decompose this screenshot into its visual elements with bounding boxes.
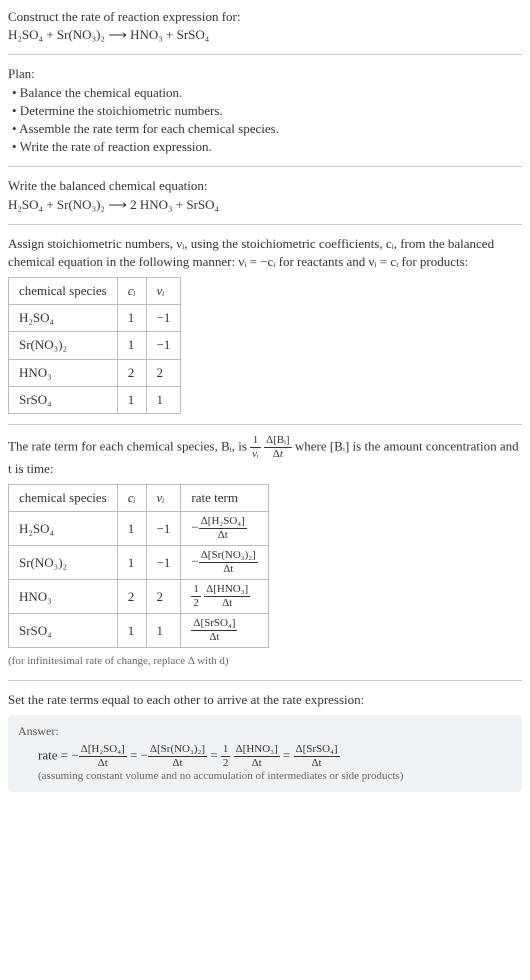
table-header-row: chemical species cᵢ νᵢ rate term bbox=[9, 485, 269, 512]
divider bbox=[8, 680, 522, 681]
plan-item: • Assemble the rate term for each chemic… bbox=[12, 120, 522, 138]
divider bbox=[8, 424, 522, 425]
answer-box: Answer: rate = −Δ[H₂SO₄]Δt = −Δ[Sr(NO₃)₂… bbox=[8, 715, 522, 792]
col-species: chemical species bbox=[9, 485, 118, 512]
plan-item: • Determine the stoichiometric numbers. bbox=[12, 102, 522, 120]
divider bbox=[8, 166, 522, 167]
rate-frac: Δ[SrSO₄]Δt bbox=[191, 618, 237, 643]
answer-note: (assuming constant volume and no accumul… bbox=[18, 769, 512, 784]
balanced-equation: H₂SO₄ + Sr(NO₃)₂ ⟶ 2 HNO₃ + SrSO₄ bbox=[8, 196, 522, 214]
cell: 1 bbox=[117, 512, 146, 546]
cell: −1 bbox=[146, 512, 181, 546]
cell: SrSO₄ bbox=[9, 386, 118, 413]
cell: 2 bbox=[117, 359, 146, 386]
half-frac: 12 bbox=[221, 744, 231, 769]
divider bbox=[8, 54, 522, 55]
table-row: H₂SO₄1−1 bbox=[9, 305, 181, 332]
stoich-table: chemical species cᵢ νᵢ H₂SO₄1−1 Sr(NO₃)₂… bbox=[8, 277, 181, 414]
answer-label: Answer: bbox=[18, 723, 512, 740]
cell: Δ[SrSO₄]Δt bbox=[181, 614, 268, 648]
unbalanced-equation: H₂SO₄ + Sr(NO₃)₂ ⟶ HNO₃ + SrSO₄ bbox=[8, 26, 522, 44]
plan-item: • Write the rate of reaction expression. bbox=[12, 138, 522, 156]
set-equal-text: Set the rate terms equal to each other t… bbox=[8, 691, 522, 709]
cell: −1 bbox=[146, 332, 181, 359]
cell: H₂SO₄ bbox=[9, 512, 118, 546]
rate-term-intro: The rate term for each chemical species,… bbox=[8, 435, 522, 478]
cell: HNO₃ bbox=[9, 580, 118, 614]
table-row: H₂SO₄ 1 −1 −Δ[H₂SO₄]Δt bbox=[9, 512, 269, 546]
answer-frac: Δ[SrSO₄]Δt bbox=[294, 744, 340, 769]
cell: 1 bbox=[117, 332, 146, 359]
cell: −Δ[Sr(NO₃)₂]Δt bbox=[181, 546, 268, 580]
cell: Sr(NO₃)₂ bbox=[9, 332, 118, 359]
cell: 1 bbox=[117, 546, 146, 580]
col-vi: νᵢ bbox=[146, 485, 181, 512]
frac-dBi-dt: Δ[Bᵢ]Δt bbox=[264, 435, 292, 460]
plan-item: • Balance the chemical equation. bbox=[12, 84, 522, 102]
cell: 1 bbox=[146, 386, 181, 413]
answer-frac: Δ[HNO₃]Δt bbox=[234, 744, 280, 769]
table-row: Sr(NO₃)₂ 1 −1 −Δ[Sr(NO₃)₂]Δt bbox=[9, 546, 269, 580]
prompt-title: Construct the rate of reaction expressio… bbox=[8, 8, 522, 26]
col-ci: cᵢ bbox=[117, 485, 146, 512]
cell: H₂SO₄ bbox=[9, 305, 118, 332]
inf-note: (for infinitesimal rate of change, repla… bbox=[8, 654, 522, 669]
cell: −Δ[H₂SO₄]Δt bbox=[181, 512, 268, 546]
cell: −1 bbox=[146, 305, 181, 332]
cell: 2 bbox=[117, 580, 146, 614]
plan-label: Plan: bbox=[8, 65, 522, 83]
cell: Sr(NO₃)₂ bbox=[9, 546, 118, 580]
stoich-text: Assign stoichiometric numbers, νᵢ, using… bbox=[8, 235, 522, 271]
col-ci: cᵢ bbox=[117, 278, 146, 305]
cell: 1 bbox=[117, 614, 146, 648]
table-row: SrSO₄ 1 1 Δ[SrSO₄]Δt bbox=[9, 614, 269, 648]
table-row: Sr(NO₃)₂1−1 bbox=[9, 332, 181, 359]
table-row: SrSO₄11 bbox=[9, 386, 181, 413]
cell: SrSO₄ bbox=[9, 614, 118, 648]
table-row: HNO₃22 bbox=[9, 359, 181, 386]
cell: −1 bbox=[146, 546, 181, 580]
cell: 1 bbox=[117, 386, 146, 413]
answer-expression: rate = −Δ[H₂SO₄]Δt = −Δ[Sr(NO₃)₂]Δt = 12… bbox=[18, 744, 512, 769]
col-vi: νᵢ bbox=[146, 278, 181, 305]
answer-frac: Δ[Sr(NO₃)₂]Δt bbox=[148, 744, 207, 769]
table-header-row: chemical species cᵢ νᵢ bbox=[9, 278, 181, 305]
frac-1-over-vi: 1νᵢ bbox=[250, 435, 261, 460]
cell: 2 bbox=[146, 580, 181, 614]
rate-frac: Δ[H₂SO₄]Δt bbox=[199, 516, 247, 541]
table-row: HNO₃ 2 2 12 Δ[HNO₃]Δt bbox=[9, 580, 269, 614]
balanced-label: Write the balanced chemical equation: bbox=[8, 177, 522, 195]
col-rate-term: rate term bbox=[181, 485, 268, 512]
rate-frac: Δ[HNO₃]Δt bbox=[204, 584, 250, 609]
cell: 1 bbox=[146, 614, 181, 648]
rate-frac: Δ[Sr(NO₃)₂]Δt bbox=[199, 550, 258, 575]
half-frac: 12 bbox=[191, 584, 201, 609]
cell: 2 bbox=[146, 359, 181, 386]
cell: 1 bbox=[117, 305, 146, 332]
col-species: chemical species bbox=[9, 278, 118, 305]
answer-frac: Δ[H₂SO₄]Δt bbox=[79, 744, 127, 769]
cell: HNO₃ bbox=[9, 359, 118, 386]
cell: 12 Δ[HNO₃]Δt bbox=[181, 580, 268, 614]
rate-term-table: chemical species cᵢ νᵢ rate term H₂SO₄ 1… bbox=[8, 484, 269, 648]
divider bbox=[8, 224, 522, 225]
